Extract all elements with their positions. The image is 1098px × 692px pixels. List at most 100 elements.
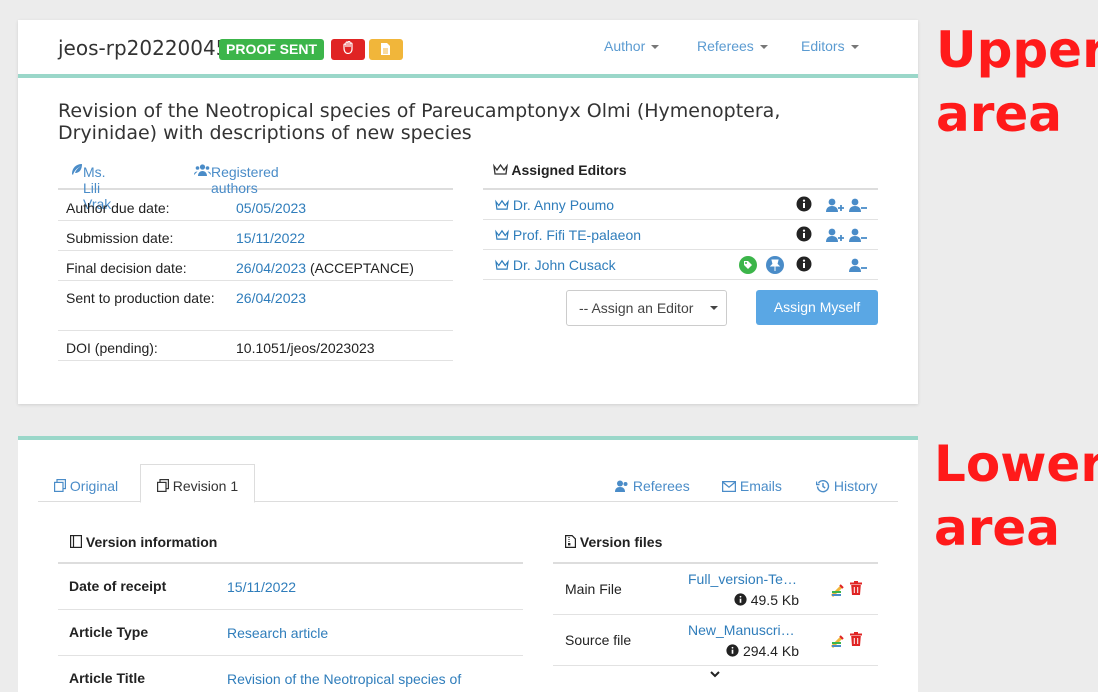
user-plus-icon[interactable] (826, 198, 845, 212)
editor-row: Prof. Fifi TE-palaeon (483, 220, 878, 250)
chevron-down-icon (759, 45, 768, 50)
assign-myself-button[interactable]: Assign Myself (756, 290, 878, 325)
table-row: Sent to production date: 26/04/2023 (58, 281, 453, 331)
info-label: Date of receipt (69, 578, 167, 594)
tab-history[interactable]: History (815, 478, 878, 494)
article-type-link[interactable]: Research article (227, 625, 328, 641)
file-link[interactable]: Full_version-Text.pdf (688, 571, 798, 587)
article-title-link[interactable]: Revision of the Neotropical species of (227, 671, 461, 687)
file-link[interactable]: New_Manuscript.docx (688, 622, 798, 638)
hand-icon (343, 40, 353, 55)
final-decision-date-link[interactable]: 26/04/2023 (236, 260, 306, 276)
author-menu[interactable]: Author (604, 38, 660, 54)
book-icon (70, 535, 83, 549)
version-files-heading-label: Version files (579, 534, 663, 550)
author-menu-label: Author (604, 38, 646, 54)
document-badge[interactable] (369, 39, 403, 60)
chevron-down-icon[interactable] (710, 671, 720, 678)
table-row: Author due date: 05/05/2023 (58, 191, 453, 221)
edit-stamp-icon[interactable] (831, 634, 845, 648)
table-row: Main File Full_version-Text.pdf 49.5 Kb (553, 564, 878, 615)
tab-referees[interactable]: Referees (615, 478, 690, 494)
assign-editor-select[interactable]: -- Assign an Editor (566, 290, 727, 326)
editors-menu[interactable]: Editors (801, 38, 859, 54)
editor-name: Prof. Fifi TE-palaeon (512, 227, 642, 243)
crown-icon (495, 259, 509, 270)
editor-link[interactable]: Dr. Anny Poumo (495, 197, 614, 213)
tab-original[interactable]: Original (54, 478, 118, 494)
referees-menu[interactable]: Referees (697, 38, 768, 54)
submission-date-link[interactable]: 15/11/2022 (236, 230, 305, 246)
pin-icon[interactable] (766, 256, 784, 274)
tab-history-label: History (833, 478, 878, 494)
editor-link[interactable]: Dr. John Cusack (495, 257, 616, 273)
hand-stop-badge[interactable] (331, 39, 365, 60)
production-date-link[interactable]: 26/04/2023 (236, 290, 306, 306)
receipt-date-link[interactable]: 15/11/2022 (227, 579, 296, 595)
manuscript-title: Revision of the Neotropical species of P… (58, 100, 781, 144)
info-icon[interactable] (796, 196, 812, 212)
upper-area-label-line2: area (936, 85, 1063, 143)
editor-row: Dr. Anny Poumo (483, 190, 878, 220)
revision-tabs: Original Revision 1 Referees Emails Hist… (38, 464, 898, 503)
tab-revision-1[interactable]: Revision 1 (140, 464, 255, 503)
user-minus-icon[interactable] (849, 228, 868, 242)
info-label: Article Title (69, 670, 145, 686)
tab-revision-label: Revision 1 (172, 478, 239, 494)
info-value: 15/11/2022 (227, 578, 507, 596)
tab-emails-label: Emails (739, 478, 782, 494)
lower-area-label: Lower area (934, 432, 1098, 560)
info-icon[interactable] (734, 593, 747, 606)
table-row: Article Title Revision of the Neotropica… (58, 656, 523, 692)
date-value: 26/04/2023 (ACCEPTANCE) (236, 258, 414, 279)
lower-area-label-line2: area (934, 499, 1061, 557)
date-label: Sent to production date: (66, 290, 215, 306)
info-label: Article Type (69, 624, 149, 640)
doi-value: 10.1051/jeos/2023023 (236, 340, 375, 356)
trash-icon[interactable] (850, 581, 862, 595)
tab-emails[interactable]: Emails (721, 478, 782, 494)
upper-area-label-line1: Upper (936, 21, 1098, 79)
dates-table: Author due date: 05/05/2023 Submission d… (58, 191, 453, 361)
file-size-value: 294.4 Kb (742, 643, 799, 659)
info-icon[interactable] (796, 226, 812, 242)
file-type-label: Main File (565, 581, 622, 597)
manuscript-id: jeos-rp20220045 (58, 36, 229, 60)
editors-heading: Assigned Editors (483, 160, 878, 190)
file-size: 49.5 Kb (723, 592, 799, 608)
assigned-editors-section: Assigned Editors Dr. Anny Poumo Prof. Fi… (483, 160, 878, 280)
editor-link[interactable]: Prof. Fifi TE-palaeon (495, 227, 641, 243)
user-group-icon (615, 480, 628, 492)
date-label: Final decision date: (66, 260, 187, 276)
trash-icon[interactable] (850, 632, 862, 646)
table-row: DOI (pending): 10.1051/jeos/2023023 (58, 331, 453, 361)
tab-referees-label: Referees (632, 478, 690, 494)
user-minus-icon[interactable] (849, 258, 868, 272)
author-due-date-link[interactable]: 05/05/2023 (236, 200, 306, 216)
proof-status-badge: PROOF SENT (219, 39, 325, 60)
lower-area-label-line1: Lower (934, 435, 1098, 493)
decision-type: (ACCEPTANCE) (309, 260, 414, 276)
table-row: Article Type Research article (58, 610, 523, 656)
edit-stamp-icon[interactable] (831, 583, 845, 597)
user-minus-icon[interactable] (849, 198, 868, 212)
info-icon[interactable] (796, 256, 812, 272)
tab-registered-authors[interactable]: Registered authors (194, 162, 279, 196)
user-plus-icon[interactable] (826, 228, 845, 242)
date-value: 15/11/2022 (236, 228, 305, 249)
file-type-label: Source file (565, 632, 632, 648)
date-value: 05/05/2023 (236, 198, 306, 219)
version-files-heading: Version files (565, 534, 662, 550)
table-row: Submission date: 15/11/2022 (58, 221, 453, 251)
tab-corresponding-author[interactable]: Ms. Lili Vrak (70, 162, 111, 212)
author-tabs: Ms. Lili Vrak Registered authors (58, 160, 453, 212)
upper-area-label: Upper area (936, 18, 1098, 146)
file-size-value: 49.5 Kb (750, 592, 799, 608)
crown-icon (495, 229, 509, 240)
date-label: Author due date: (66, 200, 170, 216)
info-icon[interactable] (726, 644, 739, 657)
tag-icon[interactable] (739, 256, 757, 274)
manuscript-summary-panel: jeos-rp20220045 PROOF SENT Author Refere… (18, 20, 918, 404)
date-label: Submission date: (66, 230, 174, 246)
editors-menu-label: Editors (801, 38, 845, 54)
